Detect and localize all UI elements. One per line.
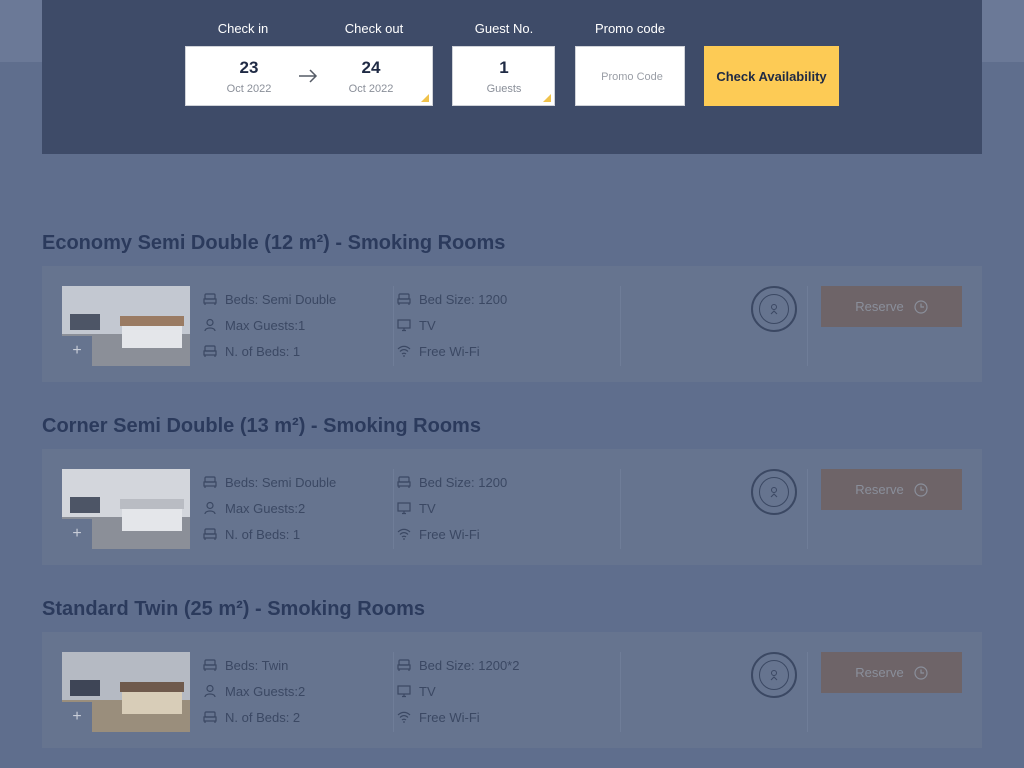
dropdown-corner-icon [543,94,551,102]
clock-icon [914,483,928,497]
promo-code-box [575,46,688,107]
bed-icon [397,292,411,306]
promo-code-input[interactable] [576,47,688,107]
bed-icon [397,658,411,672]
guests-unit: Guests [486,83,522,95]
checkin-label: Check in [217,21,269,36]
reserve-button[interactable]: Reserve [821,469,962,510]
bed-icon [203,292,217,306]
wifi-icon [397,527,411,541]
feature-bed-size: Bed Size: 1200*2 [397,652,620,678]
feature-tv: TV [397,495,620,521]
tv-icon [397,501,411,515]
room-features-left: Beds: Twin Max Guests:2 N. of Beds: 2 [203,652,394,732]
guests-count: 1 [499,58,509,77]
checkout-label: Check out [344,21,404,36]
guests-value: 1 Guests [454,57,554,97]
feature-max-guests: Max Guests:2 [203,678,393,704]
room-photo[interactable]: + [62,469,190,549]
feature-tv: TV [397,678,620,704]
feature-num-beds: N. of Beds: 1 [203,521,393,547]
room-features-left: Beds: Semi Double Max Guests:1 N. of Bed… [203,286,394,366]
bed-icon [203,475,217,489]
room-title: Corner Semi Double (13 m²) - Smoking Roo… [42,415,481,437]
room-card: + Beds: Semi Double Max Guests:1 N. of B… [42,266,982,382]
best-price-badge-icon [751,652,797,698]
feature-wifi: Free Wi-Fi [397,704,620,730]
divider [807,286,808,366]
search-panel: Check in Check out Guest No. Promo code … [42,0,982,154]
feature-beds: Beds: Twin [203,652,393,678]
room-features-right: Bed Size: 1200 TV Free Wi-Fi [397,286,621,366]
divider [807,652,808,732]
date-range-picker[interactable]: 23 Oct 2022 24 Oct 2022 [185,46,433,106]
reserve-button[interactable]: Reserve [821,286,962,327]
tv-icon [397,684,411,698]
plus-icon[interactable]: + [62,702,92,732]
checkin-month-year: Oct 2022 [226,83,272,95]
checkout-date[interactable]: 24 Oct 2022 [321,57,421,97]
bed-icon [397,475,411,489]
person-icon [203,501,217,515]
dropdown-corner-icon [421,94,429,102]
room-card: + Beds: Semi Double Max Guests:2 N. of B… [42,449,982,565]
feature-max-guests: Max Guests:1 [203,312,393,338]
bed-icon [203,710,217,724]
feature-beds: Beds: Semi Double [203,469,393,495]
person-icon [203,318,217,332]
room-photo[interactable]: + [62,652,190,732]
room-features-right: Bed Size: 1200 TV Free Wi-Fi [397,469,621,549]
feature-wifi: Free Wi-Fi [397,338,620,364]
room-card: + Beds: Twin Max Guests:2 N. of Beds: 2 … [42,632,982,748]
feature-wifi: Free Wi-Fi [397,521,620,547]
person-icon [203,684,217,698]
feature-num-beds: N. of Beds: 2 [203,704,393,730]
feature-bed-size: Bed Size: 1200 [397,469,620,495]
room-features-right: Bed Size: 1200*2 TV Free Wi-Fi [397,652,621,732]
feature-bed-size: Bed Size: 1200 [397,286,620,312]
room-features-left: Beds: Semi Double Max Guests:2 N. of Bed… [203,469,394,549]
guests-selector[interactable]: 1 Guests [452,46,555,106]
bed-icon [203,658,217,672]
plus-icon[interactable]: + [62,519,92,549]
checkin-day: 23 [239,58,259,77]
tv-icon [397,318,411,332]
checkin-date[interactable]: 23 Oct 2022 [199,57,299,97]
feature-tv: TV [397,312,620,338]
guests-label: Guest No. [474,21,534,36]
room-photo[interactable]: + [62,286,190,366]
bed-icon [203,344,217,358]
clock-icon [914,300,928,314]
promo-label: Promo code [594,21,666,36]
reserve-button[interactable]: Reserve [821,652,962,693]
plus-icon[interactable]: + [62,336,92,366]
feature-max-guests: Max Guests:2 [203,495,393,521]
best-price-badge-icon [751,469,797,515]
feature-num-beds: N. of Beds: 1 [203,338,393,364]
check-availability-button[interactable]: Check Availability [704,46,839,106]
checkout-day: 24 [361,58,381,77]
checkout-month-year: Oct 2022 [348,83,394,95]
clock-icon [914,666,928,680]
room-title: Standard Twin (25 m²) - Smoking Rooms [42,598,425,620]
bed-icon [203,527,217,541]
feature-beds: Beds: Semi Double [203,286,393,312]
wifi-icon [397,710,411,724]
wifi-icon [397,344,411,358]
room-title: Economy Semi Double (12 m²) - Smoking Ro… [42,232,506,254]
best-price-badge-icon [751,286,797,332]
arrow-right-icon [297,67,319,85]
divider [807,469,808,549]
